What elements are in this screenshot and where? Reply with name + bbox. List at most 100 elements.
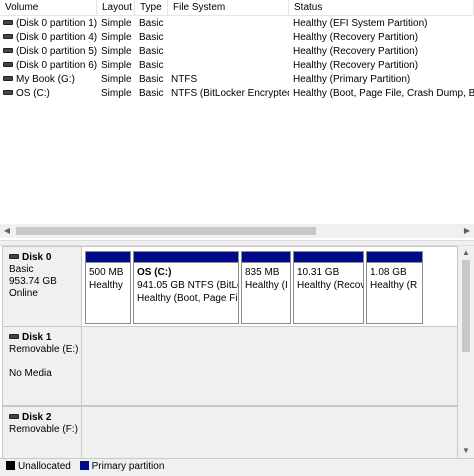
volume-status: Healthy (Boot, Page File, Crash Dump, Ba…: [293, 88, 474, 99]
scrollbar-thumb[interactable]: [462, 260, 470, 352]
disk-size: 953.74 GB: [9, 276, 57, 287]
partition-block[interactable]: 835 MB Healthy (I: [241, 251, 291, 324]
legend-unallocated-label: Unallocated: [18, 461, 71, 472]
drive-icon: [9, 413, 19, 419]
drive-icon: [3, 75, 13, 81]
column-header-filesystem[interactable]: File System: [168, 0, 289, 16]
volume-row[interactable]: (Disk 0 partition 5) Simple Basic Health…: [0, 45, 474, 59]
volume-list[interactable]: Volume Layout Type File System Status (D…: [0, 0, 474, 240]
partition-status: Healthy (Boot, Page Fil: [137, 293, 238, 304]
volume-name: OS (C:): [16, 88, 50, 99]
disk-type: Removable (E:): [9, 344, 79, 355]
volume-filesystem: NTFS (BitLocker Encrypted): [171, 88, 289, 99]
disk-label-0[interactable]: Disk 0 Basic 953.74 GB Online: [2, 246, 82, 328]
partition-block[interactable]: OS (C:) 941.05 GB NTFS (BitLoc Healthy (…: [133, 251, 239, 324]
partition-block[interactable]: 1.08 GB Healthy (R: [366, 251, 423, 324]
volume-type: Basic: [139, 46, 164, 57]
chevron-left-icon[interactable]: ◀: [0, 224, 14, 238]
volume-row[interactable]: OS (C:) Simple Basic NTFS (BitLocker Enc…: [0, 87, 474, 101]
volume-layout: Simple: [101, 46, 132, 57]
vertical-scrollbar[interactable]: ▲ ▼: [458, 246, 474, 458]
disk-area-0: 500 MB Healthy OS (C:) 941.05 GB NTFS (B…: [82, 246, 458, 328]
volume-name: (Disk 0 partition 6): [16, 60, 97, 71]
partition-size: 835 MB: [245, 267, 280, 278]
volume-status: Healthy (Recovery Partition): [293, 60, 419, 71]
volume-layout: Simple: [101, 88, 132, 99]
chevron-right-icon[interactable]: ▶: [460, 224, 474, 238]
volume-name: My Book (G:): [16, 74, 75, 85]
partition-size: 1.08 GB: [370, 267, 407, 278]
partition-status: Healthy (I: [245, 280, 288, 291]
drive-icon: [3, 89, 13, 95]
drive-icon: [3, 61, 13, 67]
disk-area-1: [82, 326, 458, 406]
column-header-row: Volume Layout Type File System Status: [0, 0, 474, 16]
disk-label-1[interactable]: Disk 1 Removable (E:) No Media: [2, 326, 82, 406]
volume-filesystem: [168, 31, 289, 45]
volume-status: Healthy (Recovery Partition): [293, 46, 419, 57]
volume-filesystem: NTFS: [171, 74, 198, 85]
partition-size: 500 MB: [89, 267, 124, 278]
partition-status: Healthy (Recov: [297, 280, 363, 291]
disk-area-2: [82, 406, 458, 458]
partition-status: Healthy: [89, 280, 123, 291]
column-header-type[interactable]: Type: [135, 0, 168, 16]
volume-name: (Disk 0 partition 1): [16, 18, 97, 29]
legend-primary-label: Primary partition: [91, 461, 165, 472]
volume-row[interactable]: My Book (G:) Simple Basic NTFS Healthy (…: [0, 73, 474, 87]
disk-state: No Media: [9, 368, 52, 379]
volume-filesystem: [168, 59, 289, 73]
primary-partition-bar: [367, 252, 422, 263]
volume-layout: Simple: [101, 60, 132, 71]
partition-size: 941.05 GB NTFS (BitLoc: [137, 280, 238, 291]
chevron-up-icon[interactable]: ▲: [458, 246, 474, 260]
volume-filesystem: [168, 17, 289, 31]
volume-layout: Simple: [101, 18, 132, 29]
volume-name: (Disk 0 partition 5): [16, 46, 97, 57]
volume-row[interactable]: (Disk 0 partition 1) Simple Basic Health…: [0, 17, 474, 31]
volume-layout: Simple: [101, 32, 132, 43]
column-header-layout[interactable]: Layout: [97, 0, 135, 16]
volume-type: Basic: [139, 60, 164, 71]
drive-icon: [9, 333, 19, 339]
primary-partition-swatch: [79, 460, 89, 470]
drive-icon: [3, 19, 13, 25]
volume-name: (Disk 0 partition 4): [16, 32, 97, 43]
primary-partition-bar: [86, 252, 130, 263]
column-header-status[interactable]: Status: [289, 0, 474, 16]
drive-icon: [9, 253, 19, 259]
disk-map[interactable]: Disk 0 Basic 953.74 GB Online 500 MB Hea…: [0, 246, 474, 458]
horizontal-scrollbar[interactable]: ◀ ▶: [0, 224, 474, 238]
volume-row[interactable]: (Disk 0 partition 4) Simple Basic Health…: [0, 31, 474, 45]
primary-partition-bar: [242, 252, 290, 263]
disk-type: Basic: [9, 264, 34, 275]
primary-partition-bar: [134, 252, 238, 263]
chevron-down-icon[interactable]: ▼: [458, 444, 474, 458]
partition-status: Healthy (R: [370, 280, 418, 291]
volume-status: Healthy (Recovery Partition): [293, 32, 419, 43]
disk-type: Removable (F:): [9, 424, 78, 435]
primary-partition-bar: [294, 252, 363, 263]
volume-type: Basic: [139, 32, 164, 43]
volume-row[interactable]: (Disk 0 partition 6) Simple Basic Health…: [0, 59, 474, 73]
volume-layout: Simple: [101, 74, 132, 85]
scrollbar-thumb[interactable]: [16, 227, 316, 235]
drive-icon: [3, 33, 13, 39]
disk-label-2[interactable]: Disk 2 Removable (F:): [2, 406, 82, 458]
partition-size: 10.31 GB: [297, 267, 340, 278]
volume-type: Basic: [139, 18, 164, 29]
volume-type: Basic: [139, 74, 164, 85]
unallocated-swatch: [6, 460, 15, 470]
disk-size: [9, 356, 81, 368]
disk-name: Disk 0: [22, 252, 52, 263]
legend: Unallocated Primary partition: [0, 458, 474, 476]
volume-type: Basic: [139, 88, 164, 99]
partition-title: OS (C:): [137, 267, 172, 278]
volume-filesystem: [168, 45, 289, 59]
column-header-volume[interactable]: Volume: [0, 0, 97, 16]
volume-status: Healthy (EFI System Partition): [293, 18, 428, 29]
drive-icon: [3, 47, 13, 53]
partition-block[interactable]: 10.31 GB Healthy (Recov: [293, 251, 364, 324]
disk-name: Disk 2: [22, 412, 52, 423]
partition-block[interactable]: 500 MB Healthy: [85, 251, 131, 324]
